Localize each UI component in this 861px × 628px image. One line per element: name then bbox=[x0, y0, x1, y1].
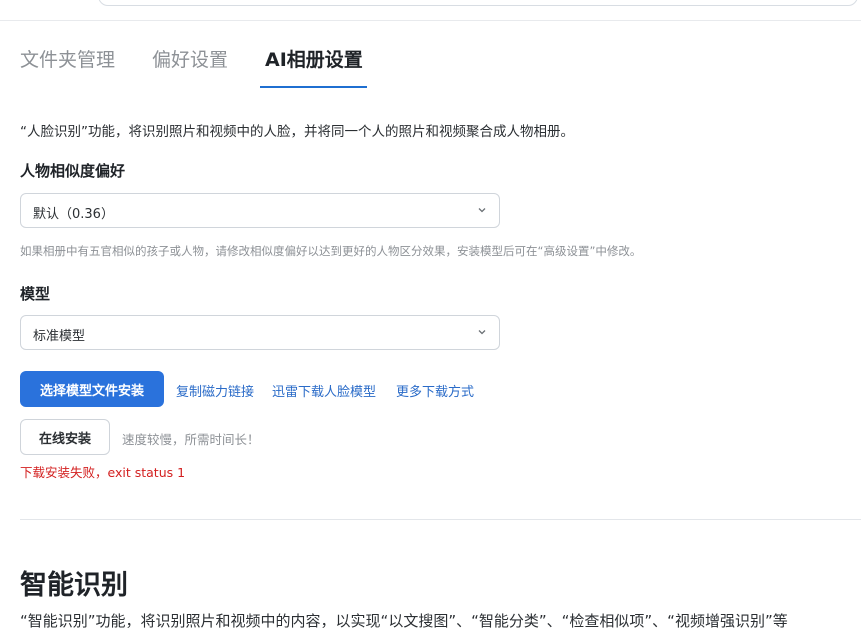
online-install-note: 速度较慢，所需时间长！ bbox=[122, 432, 260, 447]
similarity-label: 人物相似度偏好 bbox=[20, 162, 126, 180]
section-divider bbox=[20, 519, 861, 520]
search-input[interactable] bbox=[98, 0, 858, 6]
smart-recognition-description: “智能识别”功能，将识别照片和视频中的内容，以实现“以文搜图”、“智能分类”、“… bbox=[20, 612, 788, 628]
model-label: 模型 bbox=[20, 285, 51, 303]
install-error-message: 下载安装失败，exit status 1 bbox=[20, 465, 186, 480]
active-tab-indicator bbox=[260, 86, 367, 88]
more-download-options-link[interactable]: 更多下载方式 bbox=[396, 381, 474, 400]
chevron-down-icon bbox=[478, 330, 486, 335]
similarity-hint: 如果相册中有五官相似的孩子或人物，请修改相似度偏好以达到更好的人物区分效果，安装… bbox=[20, 244, 642, 258]
tab-folder-management[interactable]: 文件夹管理 bbox=[20, 44, 115, 88]
settings-tabs: 文件夹管理 偏好设置 AI相册设置 bbox=[20, 44, 861, 90]
model-select[interactable]: 标准模型 bbox=[20, 315, 500, 350]
smart-recognition-title: 智能识别 bbox=[20, 570, 128, 601]
top-bar bbox=[0, 0, 861, 21]
tab-preferences[interactable]: 偏好设置 bbox=[152, 44, 228, 88]
online-install-button[interactable]: 在线安装 bbox=[20, 419, 110, 455]
model-select-value: 标准模型 bbox=[33, 329, 86, 344]
tab-ai-album-settings[interactable]: AI相册设置 bbox=[265, 44, 363, 88]
chevron-down-icon bbox=[478, 208, 486, 213]
similarity-select[interactable]: 默认（0.36） bbox=[20, 193, 500, 228]
choose-model-file-button[interactable]: 选择模型文件安装 bbox=[20, 371, 164, 407]
face-recognition-description: “人脸识别”功能，将识别照片和视频中的人脸，并将同一个人的照片和视频聚合成人物相… bbox=[20, 124, 574, 140]
similarity-select-value: 默认（0.36） bbox=[33, 207, 114, 222]
copy-magnet-link[interactable]: 复制磁力链接 bbox=[176, 381, 254, 400]
thunder-download-link[interactable]: 迅雷下载人脸模型 bbox=[272, 381, 376, 400]
